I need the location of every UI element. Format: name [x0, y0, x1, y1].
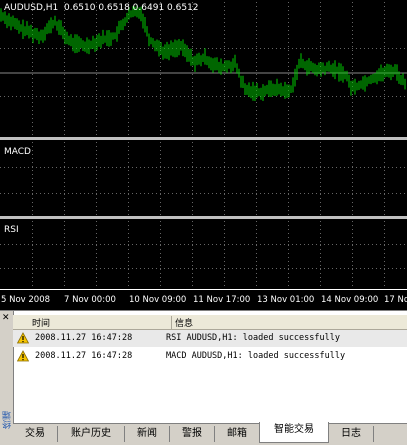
- tab-mailbox[interactable]: 邮箱: [215, 426, 260, 442]
- time-label: 5 Nov 2008: [1, 295, 51, 305]
- tab-account-history[interactable]: 账户历史: [58, 426, 125, 442]
- warning-icon: [17, 332, 29, 344]
- chart-title: AUDUSD,H1 0.6510 0.6518 0.6491 0.6512: [4, 3, 199, 13]
- tab-news[interactable]: 新闻: [125, 426, 170, 442]
- price-chart: [0, 2, 407, 135]
- terminal-panel[interactable]: ✕ 终端 时间 信息 2008.11.27 16:47:28 RSI AUDUS…: [0, 310, 407, 445]
- log-time: 2008.11.27 16:47:28: [35, 333, 133, 343]
- log-time: 2008.11.27 16:47:28: [35, 351, 133, 361]
- time-axis: 5 Nov 2008 7 Nov 00:00 10 Nov 09:00 11 N…: [0, 289, 407, 311]
- time-label: 7 Nov 00:00: [64, 295, 116, 305]
- column-header-time[interactable]: 时间: [32, 316, 50, 329]
- close-icon[interactable]: ✕: [2, 313, 10, 323]
- tab-journal[interactable]: 日志: [329, 426, 374, 442]
- tab-alerts[interactable]: 警报: [170, 426, 215, 442]
- macd-pane[interactable]: MACD: [0, 140, 407, 216]
- time-label: 10 Nov 09:00: [129, 295, 187, 305]
- tab-trade[interactable]: 交易: [13, 426, 58, 442]
- terminal-side-strip: ✕ 终端: [0, 311, 14, 444]
- time-label: 17 No: [384, 295, 407, 305]
- time-label: 13 Nov 01:00: [257, 295, 315, 305]
- terminal-tabs: 交易 账户历史 新闻 警报 邮箱 智能交易 日志: [13, 422, 407, 445]
- warning-icon: [17, 350, 29, 362]
- log-row[interactable]: 2008.11.27 16:47:28 RSI AUDUSD,H1: loade…: [13, 330, 407, 347]
- log-message: MACD AUDUSD,H1: loaded successfully: [166, 351, 346, 361]
- time-label: 11 Nov 17:00: [193, 295, 251, 305]
- log-header: 时间 信息: [13, 315, 407, 330]
- log-message: RSI AUDUSD,H1: loaded successfully: [166, 333, 340, 343]
- tab-experts[interactable]: 智能交易: [259, 422, 329, 443]
- chart-window[interactable]: AUDUSD,H1 0.6510 0.6518 0.6491 0.6512 MA…: [0, 0, 407, 311]
- rsi-grid: [0, 221, 405, 286]
- column-header-info[interactable]: 信息: [171, 316, 193, 329]
- rsi-pane[interactable]: RSI: [0, 219, 407, 289]
- macd-label: MACD: [4, 147, 31, 157]
- rsi-label: RSI: [4, 225, 19, 235]
- log-row[interactable]: 2008.11.27 16:47:28 MACD AUDUSD,H1: load…: [13, 348, 407, 365]
- time-label: 14 Nov 09:00: [321, 295, 379, 305]
- price-pane[interactable]: AUDUSD,H1 0.6510 0.6518 0.6491 0.6512: [0, 0, 407, 137]
- macd-grid: [0, 142, 405, 215]
